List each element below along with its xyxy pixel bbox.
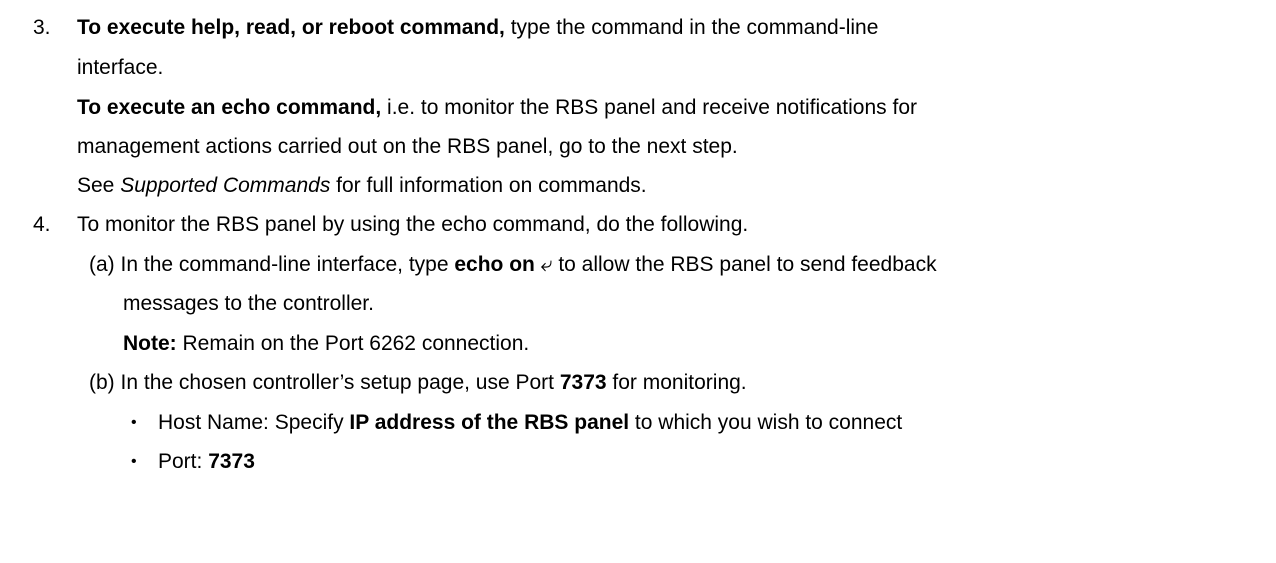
substep-a-line-1: (a) In the command-line interface, type … xyxy=(89,251,937,279)
bullet-dot: • xyxy=(131,453,137,470)
step-3-line-3-text: i.e. to monitor the RBS panel and receiv… xyxy=(381,96,917,119)
bullet-host-name-text: to which you wish to connect xyxy=(629,411,903,434)
step-4-intro: To monitor the RBS panel by using the ec… xyxy=(77,213,749,236)
substep-b-text-end: for monitoring. xyxy=(606,371,747,394)
step-3-line-4: management actions carried out on the RB… xyxy=(77,135,738,158)
substep-a-label: (a) xyxy=(89,253,115,276)
substep-a-note: Note: Remain on the Port 6262 connection… xyxy=(123,330,529,358)
note-text: Remain on the Port 6262 connection. xyxy=(176,332,530,355)
substep-a-text: In the command-line interface, type xyxy=(120,253,455,276)
substep-b-text: In the chosen controller’s setup page, u… xyxy=(120,371,560,394)
substep-a-text-end: to allow the RBS panel to send feedback xyxy=(552,253,937,276)
bullet-host-name: Host Name: Specify IP address of the RBS… xyxy=(158,409,902,437)
substep-a-line-2: messages to the controller. xyxy=(123,292,374,315)
step-3-number: 3. xyxy=(33,16,51,39)
step-3-line-3: To execute an echo command, i.e. to moni… xyxy=(77,94,917,122)
bullet-dot: • xyxy=(131,414,137,431)
ip-address-bold: IP address of the RBS panel xyxy=(349,411,630,434)
port-7373-bold: 7373 xyxy=(559,371,607,394)
substep-b-line-1: (b) In the chosen controller’s setup pag… xyxy=(89,369,747,397)
step-3-line-1: To execute help, read, or reboot command… xyxy=(77,14,878,42)
step-3-line-1-text: type the command in the command-line xyxy=(504,16,879,39)
echo-on-command: echo on xyxy=(454,253,535,276)
bullet-port-label: Port: xyxy=(158,450,209,473)
bullet-host-name-label: Host Name: Specify xyxy=(158,411,350,434)
step-3-see-text: See xyxy=(77,174,121,197)
port-value-bold: 7373 xyxy=(208,450,255,473)
enter-key-icon: ⤶ xyxy=(540,253,553,276)
step-3-echo-bold: To execute an echo command, xyxy=(77,96,382,119)
step-3-heading-bold: To execute help, read, or reboot command… xyxy=(77,16,505,39)
substep-b-label: (b) xyxy=(89,371,115,394)
step-4-number: 4. xyxy=(33,213,51,236)
step-3-line-5-text: for full information on commands. xyxy=(330,174,647,197)
step-3-line-5: See Supported Commands for full informat… xyxy=(77,172,647,200)
note-label: Note: xyxy=(123,332,177,355)
bullet-port: Port: 7373 xyxy=(158,448,255,476)
supported-commands-reference: Supported Commands xyxy=(120,174,331,197)
step-3-line-2: interface. xyxy=(77,56,164,79)
